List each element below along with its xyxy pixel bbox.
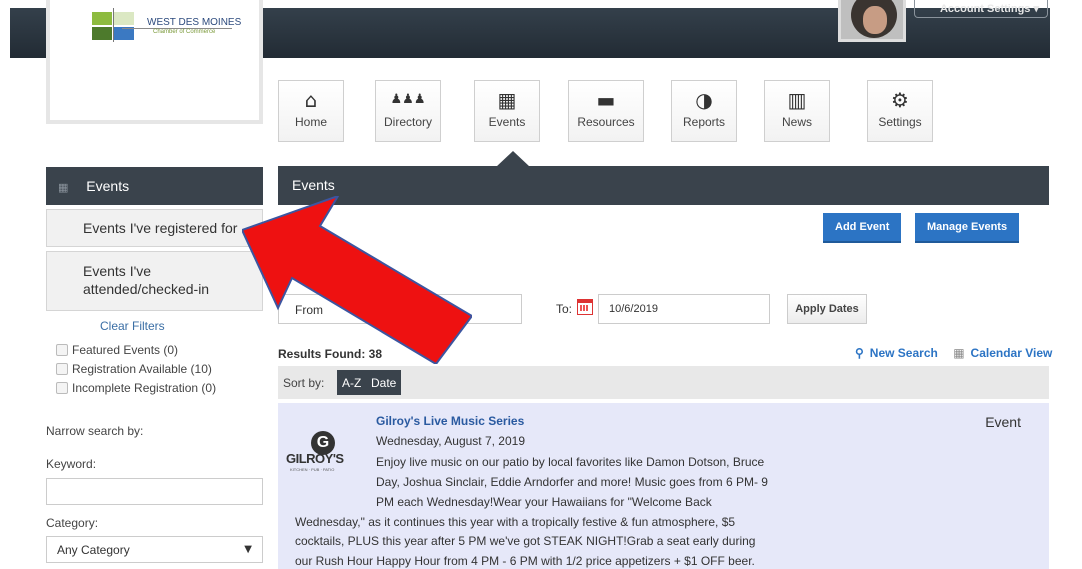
sort-bar: Sort by: A-Z Date bbox=[278, 366, 1049, 399]
logo-subtitle: Chamber of Commerce bbox=[153, 29, 216, 35]
nav-label: Reports bbox=[682, 115, 726, 129]
nav-label: Settings bbox=[878, 115, 922, 129]
event-title-link[interactable]: Gilroy's Live Music Series bbox=[376, 414, 524, 428]
nav-label: Home bbox=[294, 115, 327, 129]
filter-label: Incomplete Registration (0) bbox=[72, 381, 217, 395]
narrow-search-label: Narrow search by: bbox=[46, 424, 144, 438]
event-type-label: Event bbox=[985, 414, 1021, 430]
nav-label: Resources bbox=[577, 115, 635, 129]
to-label: To: bbox=[556, 302, 573, 316]
logo-name: GILROY'S bbox=[286, 451, 344, 466]
new-search-label: New Search bbox=[869, 346, 938, 360]
category-select[interactable]: Any Category ▼ bbox=[46, 536, 263, 563]
view-links: ⚲ New Search ▦ Calendar View bbox=[855, 346, 1064, 360]
page-title: Events bbox=[278, 166, 1049, 205]
folder-icon: ▬ bbox=[596, 88, 616, 112]
pie-chart-icon: ◑ bbox=[695, 88, 713, 112]
manage-events-button[interactable]: Manage Events bbox=[915, 213, 1020, 243]
sort-az-button[interactable]: A-Z bbox=[337, 370, 367, 395]
keyword-input[interactable] bbox=[46, 478, 263, 505]
nav-resources[interactable]: ▬ Resources bbox=[568, 80, 644, 142]
nav-home[interactable]: ⌂ Home bbox=[278, 80, 344, 142]
sidebar-header: ▦ Events bbox=[46, 167, 263, 205]
nav-events[interactable]: ▦ Events bbox=[474, 80, 540, 142]
nav-settings[interactable]: ⚙ Settings bbox=[867, 80, 933, 142]
add-event-button[interactable]: Add Event bbox=[823, 213, 902, 243]
event-description-line: our Rush Hour Happy Hour from 4 PM - 6 P… bbox=[295, 554, 755, 568]
apply-dates-button[interactable]: Apply Dates bbox=[787, 294, 867, 324]
nav-label: Directory bbox=[383, 115, 432, 129]
building-icon: ▥ bbox=[787, 88, 807, 112]
checkbox[interactable] bbox=[56, 344, 68, 356]
search-icon: ⚲ bbox=[855, 346, 864, 360]
active-nav-caret bbox=[496, 151, 530, 167]
event-description-line: Enjoy live music on our patio by local f… bbox=[376, 455, 765, 469]
keyword-label: Keyword: bbox=[46, 457, 97, 471]
event-logo[interactable]: G GILROY'S KITCHEN · PUB · PATIO bbox=[284, 431, 370, 479]
filter-registration-available[interactable]: Registration Available (10) bbox=[56, 362, 212, 376]
annotation-arrow-icon bbox=[242, 196, 472, 364]
logo-tagline: KITCHEN · PUB · PATIO bbox=[290, 467, 335, 472]
account-settings-button[interactable]: Account Settings ▾ bbox=[914, 0, 1048, 18]
nav-directory[interactable]: ♟♟♟ Directory bbox=[375, 80, 441, 142]
calendar-icon: ▦ bbox=[497, 88, 517, 112]
nav-news[interactable]: ▥ News bbox=[764, 80, 830, 142]
chevron-down-icon: ▼ bbox=[244, 544, 252, 555]
logo[interactable]: WEST DES MOINES Chamber of Commerce bbox=[46, 0, 263, 124]
calendar-icon[interactable] bbox=[577, 299, 593, 315]
clear-filters-link[interactable]: Clear Filters bbox=[100, 319, 165, 333]
avatar[interactable] bbox=[838, 0, 906, 42]
sort-date-button[interactable]: Date bbox=[366, 370, 402, 395]
filter-label: Registration Available (10) bbox=[72, 362, 212, 376]
sidebar-title: Events bbox=[86, 178, 130, 194]
filter-label: Featured Events (0) bbox=[72, 343, 179, 357]
calendar-view-label: Calendar View bbox=[970, 346, 1053, 360]
checkbox[interactable] bbox=[56, 363, 68, 375]
results-count: Results Found: 38 bbox=[278, 347, 383, 361]
filter-featured[interactable]: Featured Events (0) bbox=[56, 343, 178, 357]
event-card[interactable]: Event Gilroy's Live Music Series Wednesd… bbox=[278, 403, 1049, 569]
event-description-line: Day, Joshua Sinclair, Eddie Arndorfer an… bbox=[376, 475, 768, 489]
category-value: Any Category bbox=[57, 543, 130, 557]
nav-reports[interactable]: ◑ Reports bbox=[671, 80, 737, 142]
checkbox[interactable] bbox=[56, 382, 68, 394]
event-description-line: Wednesday," as it continues this year wi… bbox=[295, 515, 736, 529]
from-date-field[interactable]: From bbox=[278, 294, 522, 324]
logo-title: WEST DES MOINES bbox=[147, 17, 242, 28]
filter-incomplete[interactable]: Incomplete Registration (0) bbox=[56, 381, 216, 395]
sort-label: Sort by: bbox=[283, 376, 325, 390]
sidebar-item-registered[interactable]: Events I've registered for bbox=[46, 209, 263, 247]
event-date: Wednesday, August 7, 2019 bbox=[376, 434, 525, 448]
nav-label: Events bbox=[488, 115, 526, 129]
gear-icon: ⚙ bbox=[891, 88, 909, 112]
nav-label: News bbox=[781, 115, 812, 129]
event-description-line: PM each Wednesday!Wear your Hawaiians fo… bbox=[376, 495, 712, 509]
home-icon: ⌂ bbox=[304, 88, 318, 112]
calendar-view-link[interactable]: ▦ Calendar View bbox=[953, 346, 1058, 360]
users-icon: ♟♟♟ bbox=[390, 92, 426, 107]
calendar-icon: ▦ bbox=[58, 181, 69, 194]
to-date-field[interactable]: 10/6/2019 bbox=[598, 294, 770, 324]
category-label: Category: bbox=[46, 516, 99, 530]
event-description-line: cocktails, PLUS this year after 5 PM we'… bbox=[295, 534, 756, 548]
sidebar-item-attended[interactable]: Events I've attended/checked-in bbox=[46, 251, 263, 311]
new-search-link[interactable]: ⚲ New Search bbox=[855, 346, 944, 360]
calendar-icon: ▦ bbox=[953, 346, 965, 360]
